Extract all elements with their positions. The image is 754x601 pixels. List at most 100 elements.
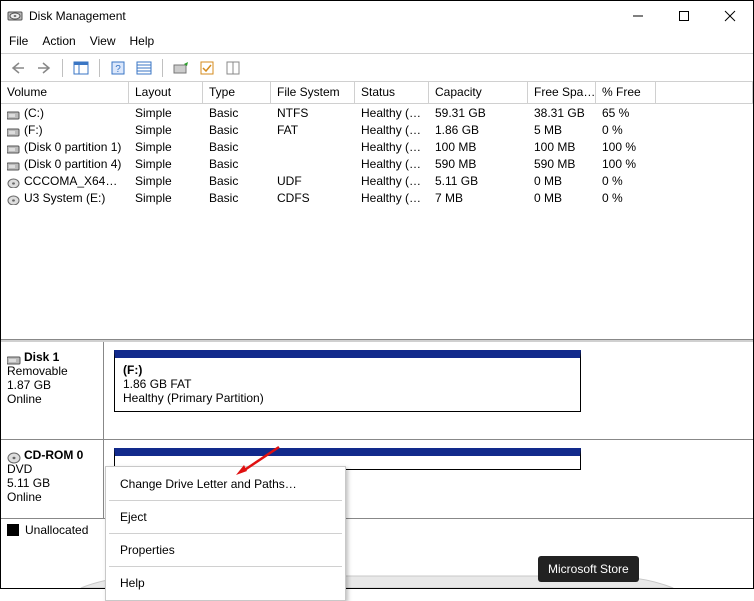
col-pctfree[interactable]: % Free [596,82,656,103]
table-header: Volume Layout Type File System Status Ca… [1,82,753,104]
cell-free: 100 MB [528,140,596,154]
cell-status: Healthy (P… [355,191,429,205]
cell-volume: (Disk 0 partition 4) [24,157,121,171]
toolbar-sep [62,59,63,77]
toolbar-sep [162,59,163,77]
toolbar-check-icon[interactable] [196,58,218,78]
cell-pctfree: 0 % [596,191,656,205]
minimize-button[interactable] [615,1,661,31]
cell-layout: Simple [129,140,203,154]
legend-unallocated: Unallocated [25,523,88,537]
cell-layout: Simple [129,174,203,188]
cell-type: Basic [203,123,271,137]
cell-volume: (F:) [24,123,43,137]
svg-text:?: ? [115,64,121,75]
toolbar-list-icon[interactable] [133,58,155,78]
hdd-icon [7,142,20,153]
cell-fs: NTFS [271,106,355,120]
col-capacity[interactable]: Capacity [429,82,528,103]
cd-icon [7,193,20,204]
cell-pctfree: 0 % [596,174,656,188]
cell-free: 5 MB [528,123,596,137]
context-change-drive-letter[interactable]: Change Drive Letter and Paths… [106,470,345,498]
cell-layout: Simple [129,123,203,137]
disk-state: Online [7,490,97,504]
cell-capacity: 100 MB [429,140,528,154]
toolbar-help-icon[interactable]: ? [107,58,129,78]
partition-status: Healthy (Primary Partition) [123,391,572,405]
partition-box[interactable]: (F:) 1.86 GB FAT Healthy (Primary Partit… [114,350,581,412]
cell-pctfree: 100 % [596,140,656,154]
context-sep [109,500,342,501]
legend-swatch-unallocated [7,524,19,536]
hdd-icon [7,352,21,364]
maximize-button[interactable] [661,1,707,31]
hdd-icon [7,108,20,119]
menu-help[interactable]: Help [130,34,155,48]
col-layout[interactable]: Layout [129,82,203,103]
context-properties[interactable]: Properties [106,536,345,564]
cell-pctfree: 0 % [596,123,656,137]
cell-status: Healthy (B… [355,106,429,120]
table-row[interactable]: U3 System (E:)SimpleBasicCDFSHealthy (P…… [1,189,753,206]
close-button[interactable] [707,1,753,31]
cell-free: 0 MB [528,174,596,188]
cell-fs: CDFS [271,191,355,205]
context-menu: Change Drive Letter and Paths… Eject Pro… [105,466,346,601]
partition-size: 1.86 GB FAT [123,377,572,391]
disk-info: CD-ROM 0 DVD 5.11 GB Online [1,440,104,518]
table-body: (C:)SimpleBasicNTFSHealthy (B…59.31 GB38… [1,104,753,206]
context-eject[interactable]: Eject [106,503,345,531]
cell-capacity: 1.86 GB [429,123,528,137]
cd-icon [7,176,20,187]
cell-capacity: 59.31 GB [429,106,528,120]
cell-type: Basic [203,191,271,205]
cell-type: Basic [203,174,271,188]
cell-volume: (C:) [24,106,44,120]
col-filesystem[interactable]: File System [271,82,355,103]
context-help[interactable]: Help [106,569,345,597]
toolbar-pane-icon[interactable] [70,58,92,78]
app-icon [7,8,23,24]
toolbar-refresh-icon[interactable] [170,58,192,78]
col-status[interactable]: Status [355,82,429,103]
toolbar-grid-icon[interactable] [222,58,244,78]
menu-view[interactable]: View [90,34,116,48]
cell-fs: FAT [271,123,355,137]
cell-type: Basic [203,157,271,171]
window-title: Disk Management [29,9,615,23]
cell-pctfree: 100 % [596,157,656,171]
cell-status: Healthy (R… [355,157,429,171]
back-button[interactable] [7,58,29,78]
volume-table: Volume Layout Type File System Status Ca… [1,82,753,340]
menu-file[interactable]: File [9,34,28,48]
disk-name: CD-ROM 0 [24,448,83,462]
context-sep [109,533,342,534]
cell-layout: Simple [129,191,203,205]
disk-info: Disk 1 Removable 1.87 GB Online [1,342,104,439]
col-type[interactable]: Type [203,82,271,103]
table-row[interactable]: (Disk 0 partition 1)SimpleBasicHealthy (… [1,138,753,155]
col-extra[interactable] [656,82,753,103]
disk-size: 5.11 GB [7,476,97,490]
forward-button[interactable] [33,58,55,78]
toolbar: ? [1,54,753,82]
cell-fs: UDF [271,174,355,188]
table-row[interactable]: CCCOMA_X64FRE…SimpleBasicUDFHealthy (P…5… [1,172,753,189]
cell-pctfree: 65 % [596,106,656,120]
disk-type: Removable [7,364,97,378]
menu-action[interactable]: Action [42,34,75,48]
cell-free: 0 MB [528,191,596,205]
cell-layout: Simple [129,157,203,171]
cell-volume: (Disk 0 partition 1) [24,140,121,154]
cell-type: Basic [203,106,271,120]
toolbar-sep [99,59,100,77]
col-volume[interactable]: Volume [1,82,129,103]
disk-block[interactable]: Disk 1 Removable 1.87 GB Online (F:) 1.8… [1,342,753,439]
cell-capacity: 5.11 GB [429,174,528,188]
cell-volume: CCCOMA_X64FRE… [24,174,129,188]
table-row[interactable]: (Disk 0 partition 4) SimpleBasic Healthy (… [1,155,753,172]
table-row[interactable]: (C:)SimpleBasicNTFSHealthy (B…59.31 GB38… [1,104,753,121]
table-row[interactable]: (F:)SimpleBasicFATHealthy (P…1.86 GB5 MB… [1,121,753,138]
col-free[interactable]: Free Spa… [528,82,596,103]
